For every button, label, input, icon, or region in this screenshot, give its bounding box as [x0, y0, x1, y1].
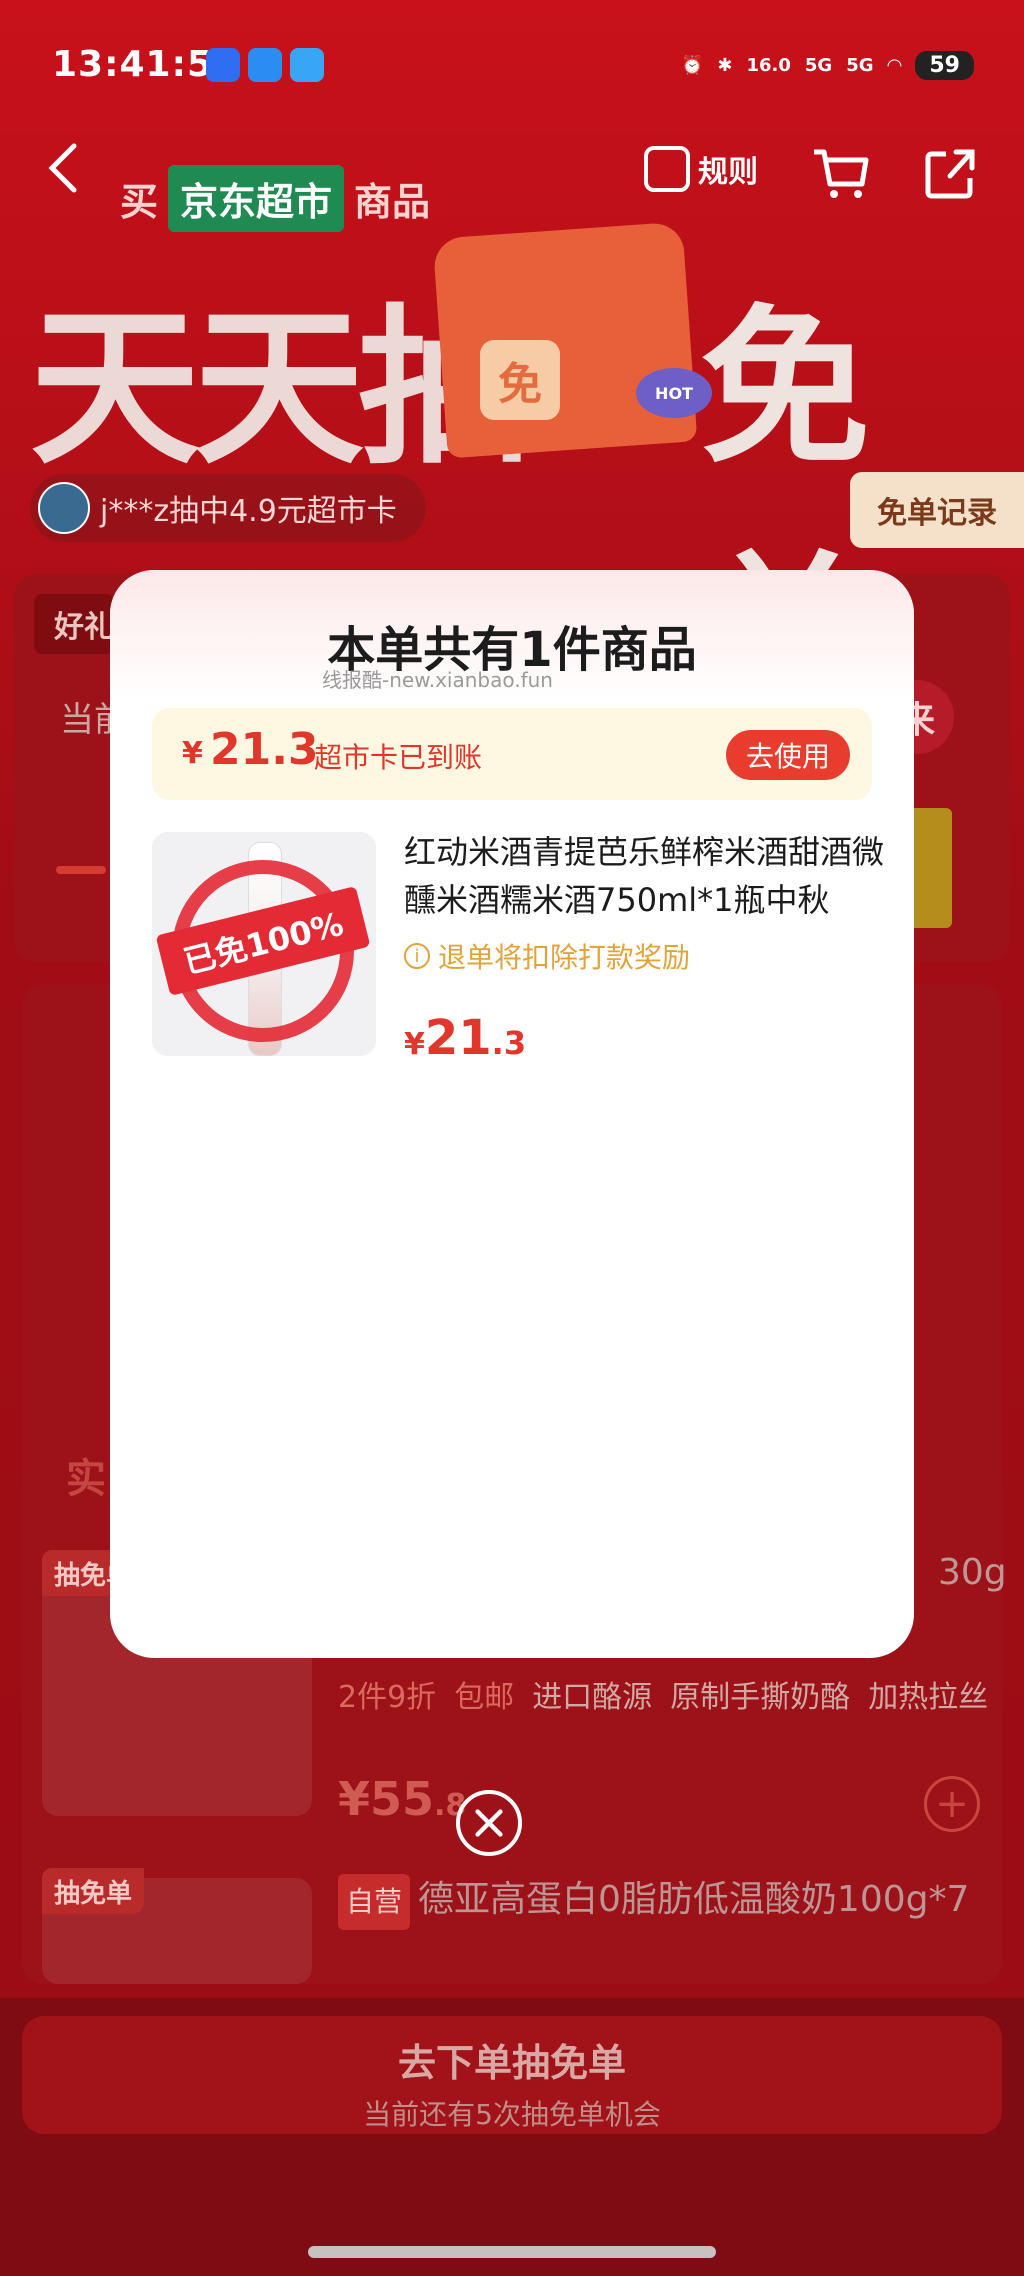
product-price: ¥55.8: [338, 1772, 467, 1826]
notification-app-icon: [206, 48, 240, 82]
winner-text: j***z抽中4.9元超市卡: [100, 494, 397, 529]
tag: 2件9折: [338, 1680, 437, 1715]
notice-text: 超市卡已到账: [314, 741, 483, 774]
rules-button[interactable]: 规则: [644, 146, 758, 192]
warning-text: 退单将扣除打款奖励: [438, 941, 691, 974]
notification-app-icon: [290, 48, 324, 82]
back-arrow-icon[interactable]: [46, 140, 80, 196]
tag: 包邮: [454, 1680, 515, 1715]
bg-progress-line: [56, 866, 106, 874]
order-items-modal: 本单共有1件商品 线报酷-new.xianbao.fun ¥ 21.3 超市卡已…: [110, 570, 914, 1658]
free-draw-badge: 抽免单: [42, 1868, 145, 1914]
product-image[interactable]: 已免100%: [152, 832, 376, 1056]
signal-5g-1: 5G: [804, 54, 833, 76]
use-now-button[interactable]: 去使用: [726, 730, 850, 780]
net-speed: 16.0: [746, 54, 791, 76]
signal-5g-2: 5G: [846, 54, 874, 76]
good-gift-tag: 好礼: [34, 594, 114, 654]
product-title[interactable]: 自营 德亚高蛋白0脂肪低温酸奶100g*7: [338, 1872, 978, 1930]
header-prefix: 买: [120, 180, 159, 224]
product-price: ¥21.3: [404, 1010, 527, 1066]
battery-indicator: 59: [915, 50, 974, 80]
card-credited-notice: ¥ 21.3 超市卡已到账 去使用: [152, 708, 872, 800]
status-bar: 13:41:50 ⏰ ✱ 16.0 5G 5G ◠ 59: [0, 0, 1024, 130]
share-icon[interactable]: [922, 146, 978, 202]
header-title: 买 京东超市 商品: [120, 165, 430, 232]
rules-icon: [644, 146, 690, 192]
place-order-button[interactable]: 去下单抽免单 当前还有5次抽免单机会: [22, 2016, 1002, 2134]
header-suffix: 商品: [354, 180, 431, 224]
add-to-cart-plus-icon[interactable]: +: [924, 1776, 980, 1832]
gift-box-label: 免: [480, 340, 560, 420]
store-tag: 京东超市: [168, 165, 345, 232]
home-indicator[interactable]: [308, 2246, 716, 2258]
info-icon: i: [404, 943, 430, 969]
status-right: ⏰ ✱ 16.0 5G 5G ◠ 59: [681, 48, 974, 82]
notice-currency: ¥: [182, 736, 203, 771]
notification-app-icon: [248, 48, 282, 82]
refund-warning: i 退单将扣除打款奖励: [404, 936, 690, 976]
cta-main-label: 去下单抽免单: [397, 2041, 626, 2085]
notice-amount: 21.3: [210, 724, 319, 775]
rules-label: 规则: [698, 155, 758, 190]
free-order-record-button[interactable]: 免单记录: [850, 472, 1024, 548]
product-title-tail: 30g: [938, 1552, 1007, 1593]
tag: 进口酪源: [532, 1680, 653, 1715]
alarm-icon: ⏰: [680, 54, 704, 76]
gift-box-illustration: [432, 221, 698, 459]
winner-ticker: j***z抽中4.9元超市卡: [30, 474, 426, 542]
cta-sub-label: 当前还有5次抽免单机会: [363, 2098, 661, 2131]
bluetooth-icon: ✱: [717, 54, 733, 76]
tag: 加热拉丝: [868, 1680, 989, 1715]
avatar: [38, 482, 90, 534]
self-operated-tag: 自营: [338, 1874, 411, 1930]
product-tags: 2件9折 包邮 进口酪源 原制手撕奶酪 加热拉丝: [338, 1672, 988, 1716]
bg-section-title: 实: [66, 1456, 106, 1502]
watermark: 线报酷-new.xianbao.fun: [322, 668, 553, 692]
cart-icon[interactable]: [812, 146, 870, 202]
wifi-icon: ◠: [887, 54, 902, 76]
product-name[interactable]: 红动米酒青提芭乐鲜榨米酒甜酒微醺米酒糯米酒750ml*1瓶中秋: [404, 828, 884, 924]
tag: 原制手撕奶酪: [670, 1680, 851, 1715]
close-icon[interactable]: [456, 1790, 522, 1856]
